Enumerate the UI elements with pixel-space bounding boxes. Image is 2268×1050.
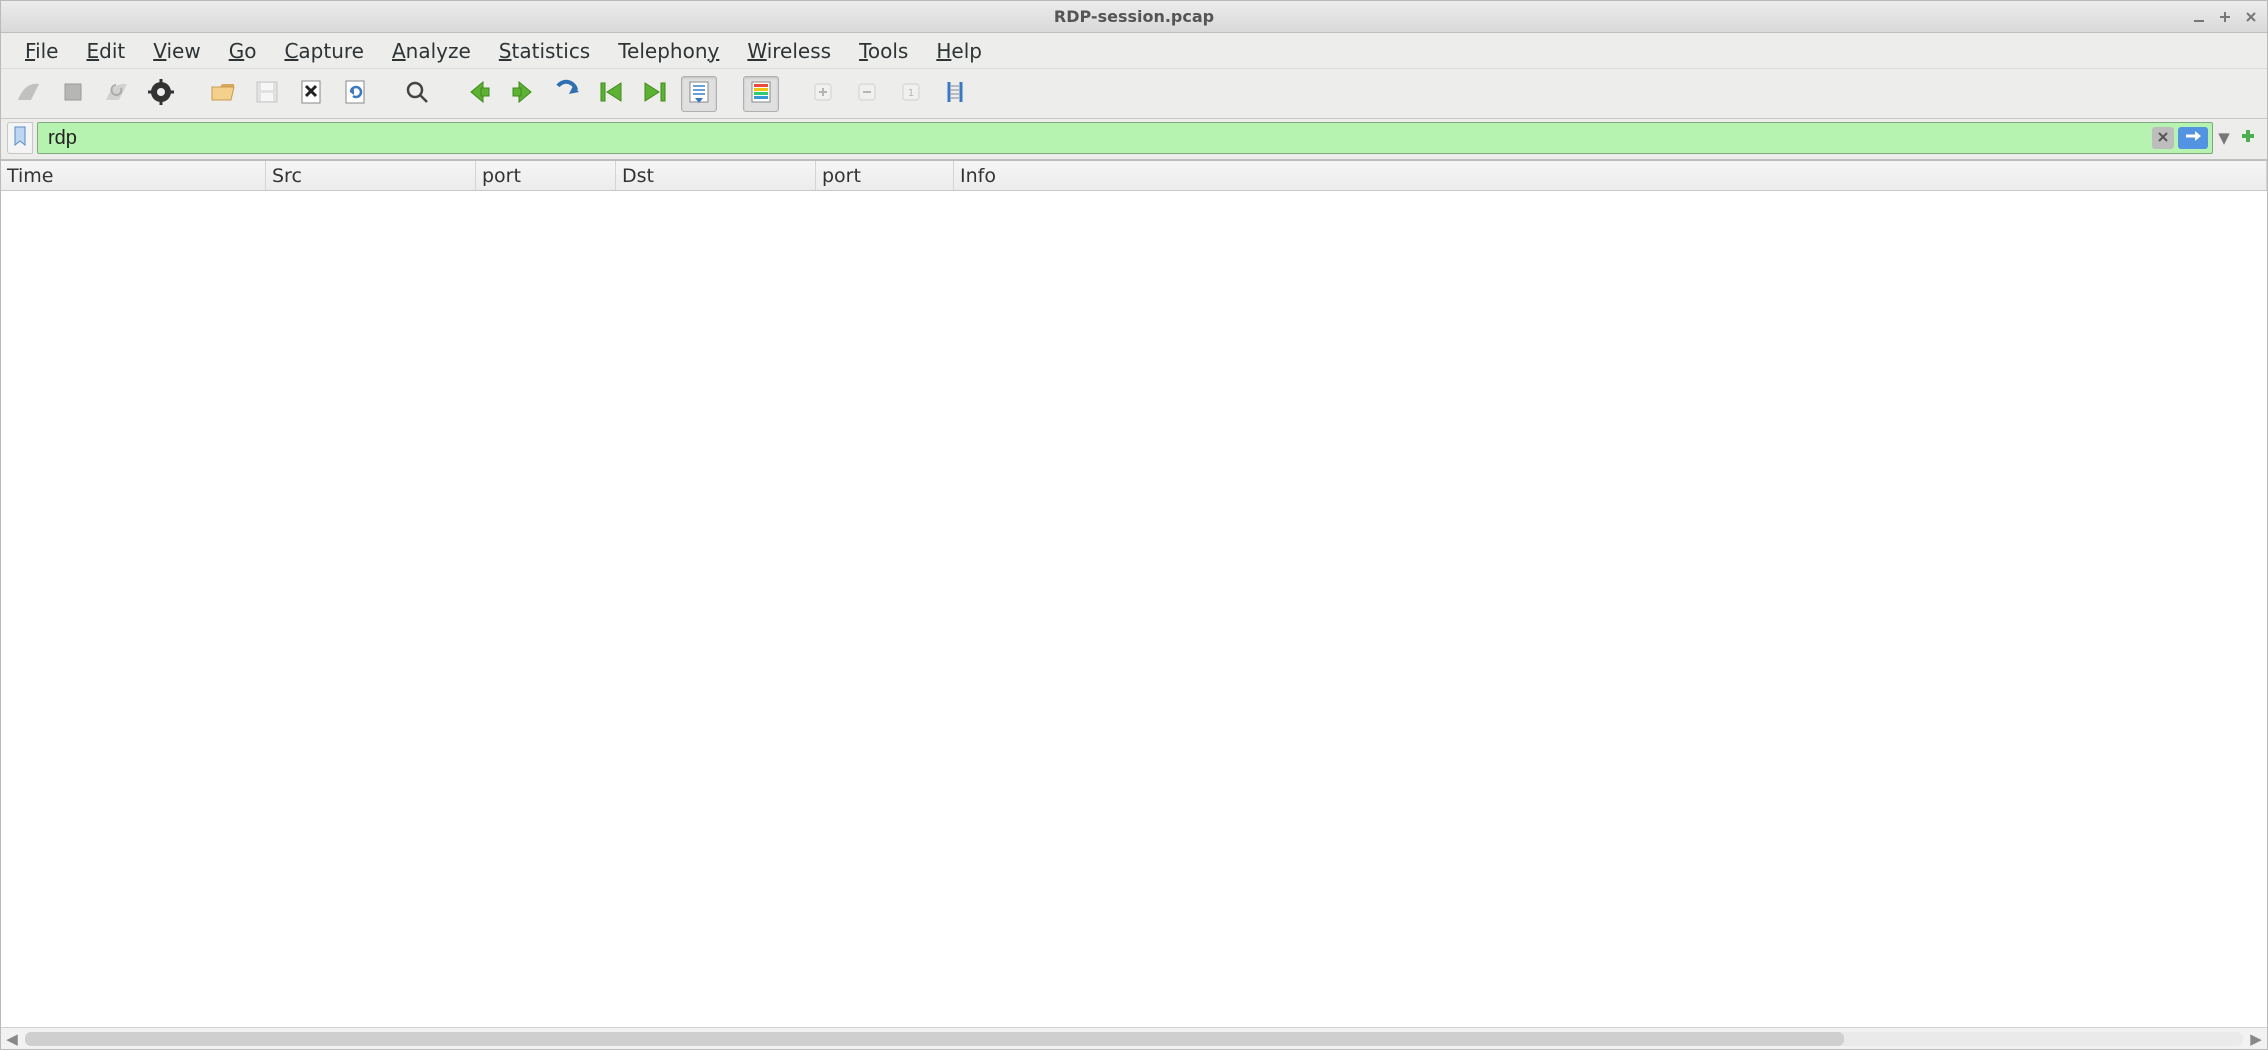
menu-analyze[interactable]: Analyze bbox=[378, 35, 485, 67]
menu-file[interactable]: File bbox=[11, 35, 72, 67]
zoom-in-button[interactable] bbox=[805, 76, 841, 112]
column-header-srcport[interactable]: port bbox=[476, 161, 616, 190]
menu-file-rest: ile bbox=[35, 39, 58, 63]
menu-edit[interactable]: Edit bbox=[72, 35, 139, 67]
filter-bookmark-button[interactable] bbox=[7, 122, 33, 154]
autoscroll-toggle[interactable] bbox=[681, 76, 717, 112]
folder-open-icon bbox=[209, 78, 237, 110]
capture-options-button[interactable] bbox=[143, 76, 179, 112]
close-file-icon bbox=[297, 78, 325, 110]
menu-tools[interactable]: Tools bbox=[845, 35, 922, 67]
window-controls bbox=[2191, 1, 2259, 32]
scrollbar-thumb[interactable] bbox=[25, 1032, 1844, 1046]
menubar: File Edit View Go Capture Analyze Statis… bbox=[1, 33, 2267, 69]
svg-text:1: 1 bbox=[908, 88, 914, 99]
first-packet-button[interactable] bbox=[593, 76, 629, 112]
packet-list-pane: Time Src port Dst port Info ◀ ▶ bbox=[1, 160, 2267, 1049]
reload-icon bbox=[341, 78, 369, 110]
zoom-reset-icon: 1 bbox=[897, 78, 925, 110]
close-icon bbox=[2157, 129, 2169, 147]
menu-statistics[interactable]: Statistics bbox=[485, 35, 604, 67]
restart-icon bbox=[103, 78, 131, 110]
scroll-left-button[interactable]: ◀ bbox=[1, 1028, 23, 1049]
arrow-left-icon bbox=[465, 78, 493, 110]
stop-icon bbox=[59, 78, 87, 110]
main-toolbar: 1 bbox=[1, 69, 2267, 119]
autoscroll-icon bbox=[685, 78, 713, 110]
close-button[interactable] bbox=[2243, 9, 2259, 25]
window-title: RDP-session.pcap bbox=[1054, 7, 1214, 26]
close-file-button[interactable] bbox=[293, 76, 329, 112]
go-forward-button[interactable] bbox=[505, 76, 541, 112]
menu-go[interactable]: Go bbox=[215, 35, 271, 67]
chevron-down-icon: ▼ bbox=[2218, 129, 2230, 147]
display-filter-input[interactable] bbox=[46, 126, 2152, 151]
colorize-toggle[interactable] bbox=[743, 76, 779, 112]
plus-icon bbox=[2240, 128, 2256, 148]
filter-clear-button[interactable] bbox=[2152, 127, 2174, 149]
titlebar: RDP-session.pcap bbox=[1, 1, 2267, 33]
go-first-icon bbox=[597, 78, 625, 110]
display-filter-bar: ▼ bbox=[1, 119, 2267, 160]
column-header-dstport[interactable]: port bbox=[816, 161, 954, 190]
search-icon bbox=[403, 78, 431, 110]
column-header-time[interactable]: Time bbox=[1, 161, 266, 190]
arrow-right-icon bbox=[509, 78, 537, 110]
gear-icon bbox=[147, 78, 175, 110]
horizontal-scrollbar[interactable]: ◀ ▶ bbox=[1, 1027, 2267, 1049]
display-filter-field[interactable] bbox=[37, 122, 2213, 154]
arrow-right-icon bbox=[2184, 129, 2202, 147]
restart-capture-button[interactable] bbox=[99, 76, 135, 112]
menu-view[interactable]: View bbox=[139, 35, 214, 67]
last-packet-button[interactable] bbox=[637, 76, 673, 112]
triangle-left-icon: ◀ bbox=[6, 1030, 18, 1048]
save-file-button[interactable] bbox=[249, 76, 285, 112]
scrollbar-track[interactable] bbox=[25, 1032, 2243, 1046]
filter-apply-button[interactable] bbox=[2178, 127, 2208, 149]
menu-wireless[interactable]: Wireless bbox=[733, 35, 845, 67]
colorize-icon bbox=[747, 78, 775, 110]
zoom-reset-button[interactable]: 1 bbox=[893, 76, 929, 112]
filter-add-expression-button[interactable] bbox=[2235, 122, 2261, 154]
column-header-info[interactable]: Info bbox=[954, 161, 2267, 190]
resize-columns-icon bbox=[941, 78, 969, 110]
jump-icon bbox=[553, 78, 581, 110]
bookmark-icon bbox=[13, 126, 27, 150]
column-header-src[interactable]: Src bbox=[266, 161, 476, 190]
go-to-packet-button[interactable] bbox=[549, 76, 585, 112]
resize-columns-button[interactable] bbox=[937, 76, 973, 112]
filter-history-dropdown[interactable]: ▼ bbox=[2217, 122, 2231, 154]
menu-capture[interactable]: Capture bbox=[270, 35, 378, 67]
zoom-out-button[interactable] bbox=[849, 76, 885, 112]
start-capture-button[interactable] bbox=[11, 76, 47, 112]
scroll-right-button[interactable]: ▶ bbox=[2245, 1028, 2267, 1049]
menu-telephony[interactable]: Telephony bbox=[604, 35, 733, 67]
zoom-out-icon bbox=[853, 78, 881, 110]
zoom-in-icon bbox=[809, 78, 837, 110]
go-back-button[interactable] bbox=[461, 76, 497, 112]
maximize-button[interactable] bbox=[2217, 9, 2233, 25]
app-window: RDP-session.pcap File Edit View Go Captu… bbox=[0, 0, 2268, 1050]
packet-list-header: Time Src port Dst port Info bbox=[1, 161, 2267, 191]
triangle-right-icon: ▶ bbox=[2250, 1030, 2262, 1048]
shark-fin-icon bbox=[15, 78, 43, 110]
menu-help[interactable]: Help bbox=[922, 35, 996, 67]
save-icon bbox=[253, 78, 281, 110]
minimize-button[interactable] bbox=[2191, 9, 2207, 25]
column-header-dst[interactable]: Dst bbox=[616, 161, 816, 190]
stop-capture-button[interactable] bbox=[55, 76, 91, 112]
open-file-button[interactable] bbox=[205, 76, 241, 112]
find-packet-button[interactable] bbox=[399, 76, 435, 112]
go-last-icon bbox=[641, 78, 669, 110]
packet-list-body[interactable] bbox=[1, 191, 2267, 1027]
reload-file-button[interactable] bbox=[337, 76, 373, 112]
